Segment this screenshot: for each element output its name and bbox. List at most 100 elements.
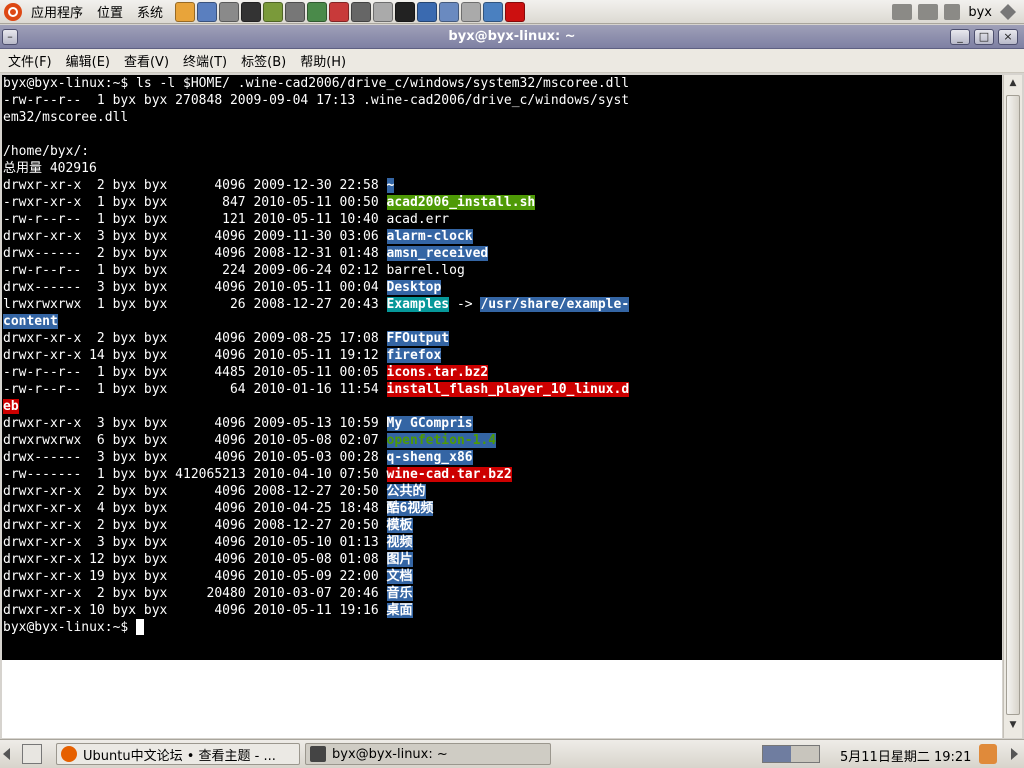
opera-icon[interactable] bbox=[505, 1, 526, 22]
vertical-scrollbar[interactable]: ▲ ▼ bbox=[1003, 75, 1022, 738]
terminal-text: -rw-r--r-- 1 byx byx 121 2010-05-11 10:4… bbox=[3, 212, 450, 227]
close-button[interactable]: × bbox=[998, 29, 1018, 45]
menu-file[interactable]: 文件(F) bbox=[2, 51, 58, 70]
terminal-line: eb bbox=[2, 398, 1002, 415]
scrollbar-thumb[interactable] bbox=[1006, 95, 1020, 715]
show-desktop-icon[interactable] bbox=[22, 744, 42, 764]
system-tray: byx bbox=[886, 0, 1016, 24]
menu-terminal[interactable]: 终端(T) bbox=[177, 51, 233, 70]
terminal-output[interactable]: byx@byx-linux:~$ ls -l $HOME/ .wine-cad2… bbox=[2, 75, 1002, 660]
file-name: content bbox=[3, 314, 58, 329]
terminal-line: drwxr-xr-x 2 byx byx 4096 2008-12-27 20:… bbox=[2, 517, 1002, 534]
terminal-icon[interactable] bbox=[241, 1, 262, 22]
terminal-text: -rw-r--r-- 1 byx byx 4485 2010-05-11 00:… bbox=[3, 365, 387, 380]
firefox-icon[interactable] bbox=[175, 1, 196, 22]
task-terminal[interactable]: byx@byx-linux: ~ bbox=[305, 743, 551, 765]
terminal-text: -> bbox=[449, 297, 481, 312]
workspace-switcher[interactable] bbox=[762, 745, 820, 763]
launcher-bar bbox=[174, 1, 526, 22]
terminal-line: em32/mscoree.dll bbox=[2, 109, 1002, 126]
terminal-line: 总用量 402916 bbox=[2, 160, 1002, 177]
file-name: /usr/share/example- bbox=[480, 297, 630, 312]
editor-icon[interactable] bbox=[307, 1, 328, 22]
ubuntu-logo-icon[interactable] bbox=[4, 2, 22, 21]
menu-places[interactable]: 位置 bbox=[90, 2, 130, 21]
file-name: eb bbox=[3, 399, 19, 414]
terminal-text: drwxrwxrwx 6 byx byx 4096 2010-05-08 02:… bbox=[3, 433, 387, 448]
terminal-line: drwxr-xr-x 12 byx byx 4096 2010-05-08 01… bbox=[2, 551, 1002, 568]
panel-left-arrow-icon[interactable] bbox=[3, 748, 10, 760]
contacts-icon[interactable] bbox=[439, 1, 460, 22]
terminal-text: drwxr-xr-x 12 byx byx 4096 2010-05-08 01… bbox=[3, 552, 387, 567]
title-bar[interactable]: – byx@byx-linux: ~ _ □ × bbox=[0, 25, 1024, 49]
user-name[interactable]: byx bbox=[968, 5, 992, 20]
menu-view[interactable]: 查看(V) bbox=[118, 51, 175, 70]
task-label: Ubuntu中文论坛 • 查看主题 - ... bbox=[83, 748, 276, 764]
scroll-down-icon[interactable]: ▼ bbox=[1007, 720, 1019, 734]
menu-applications[interactable]: 应用程序 bbox=[24, 2, 90, 21]
paint-icon[interactable] bbox=[329, 1, 350, 22]
trash-icon[interactable] bbox=[979, 744, 997, 764]
terminal-line: drwxr-xr-x 10 byx byx 4096 2010-05-11 19… bbox=[2, 602, 1002, 619]
file-name: wine-cad.tar.bz2 bbox=[386, 467, 512, 482]
file-name: 酷6视频 bbox=[386, 501, 434, 516]
gimp-icon[interactable] bbox=[351, 1, 372, 22]
workspace-1[interactable] bbox=[763, 746, 791, 762]
chart-icon[interactable] bbox=[197, 1, 218, 22]
terminal-line: -rw------- 1 byx byx 412065213 2010-04-1… bbox=[2, 466, 1002, 483]
mail-icon[interactable] bbox=[461, 1, 482, 22]
bottom-panel: Ubuntu中文论坛 • 查看主题 - ... byx@byx-linux: ~… bbox=[0, 739, 1024, 768]
power-icon[interactable] bbox=[1000, 4, 1016, 20]
qq-icon[interactable] bbox=[417, 1, 438, 22]
file-name: 图片 bbox=[386, 552, 413, 567]
web-icon[interactable] bbox=[483, 1, 504, 22]
file-name: FFOutput bbox=[386, 331, 450, 346]
terminal-text: drwxr-xr-x 4 byx byx 4096 2010-04-25 18:… bbox=[3, 501, 387, 516]
panel-right-arrow-icon[interactable] bbox=[1011, 748, 1018, 760]
terminal-line: drwxrwxrwx 6 byx byx 4096 2010-05-08 02:… bbox=[2, 432, 1002, 449]
clock[interactable]: 5月11日星期二 19:21 bbox=[840, 746, 971, 765]
file-name: My GCompris bbox=[386, 416, 473, 431]
terminal-blank-area[interactable] bbox=[2, 660, 1002, 738]
window-title: byx@byx-linux: ~ bbox=[448, 29, 576, 44]
network-icon[interactable] bbox=[918, 4, 939, 20]
settings-icon[interactable] bbox=[219, 1, 240, 22]
terminal-line: drwxr-xr-x 19 byx byx 4096 2010-05-09 22… bbox=[2, 568, 1002, 585]
task-firefox[interactable]: Ubuntu中文论坛 • 查看主题 - ... bbox=[56, 743, 300, 765]
terminal-line: drwx------ 3 byx byx 4096 2010-05-11 00:… bbox=[2, 279, 1002, 296]
file-name: firefox bbox=[386, 348, 442, 363]
terminal-text: byx@byx-linux:~$ bbox=[3, 620, 137, 635]
scroll-up-icon[interactable]: ▲ bbox=[1007, 78, 1019, 92]
terminal-line: -rw-r--r-- 1 byx byx 64 2010-01-16 11:54… bbox=[2, 381, 1002, 398]
file-name: Desktop bbox=[386, 280, 442, 295]
maximize-button[interactable]: □ bbox=[974, 29, 994, 45]
terminal-text: drwxr-xr-x 2 byx byx 4096 2009-08-25 17:… bbox=[3, 331, 387, 346]
disk-icon[interactable] bbox=[373, 1, 394, 22]
file-name: q-sheng_x86 bbox=[386, 450, 473, 465]
menu-edit[interactable]: 编辑(E) bbox=[60, 51, 116, 70]
terminal-line: content bbox=[2, 313, 1002, 330]
books-icon[interactable] bbox=[263, 1, 284, 22]
terminal-text: drwxr-xr-x 3 byx byx 4096 2010-05-10 01:… bbox=[3, 535, 387, 550]
terminal-line: drwx------ 2 byx byx 4096 2008-12-31 01:… bbox=[2, 245, 1002, 262]
menu-tabs[interactable]: 标签(B) bbox=[235, 51, 292, 70]
terminal-line: byx@byx-linux:~$ bbox=[2, 619, 1002, 636]
terminal-line: drwxr-xr-x 2 byx byx 4096 2009-08-25 17:… bbox=[2, 330, 1002, 347]
file-name: icons.tar.bz2 bbox=[386, 365, 489, 380]
terminal-line: drwxr-xr-x 4 byx byx 4096 2010-04-25 18:… bbox=[2, 500, 1002, 517]
calculator-icon[interactable] bbox=[285, 1, 306, 22]
terminal-text: drwxr-xr-x 3 byx byx 4096 2009-05-13 10:… bbox=[3, 416, 387, 431]
volume-icon[interactable] bbox=[944, 4, 961, 20]
terminal-line: drwxr-xr-x 2 byx byx 4096 2009-12-30 22:… bbox=[2, 177, 1002, 194]
text-cursor bbox=[136, 619, 145, 635]
menu-help[interactable]: 帮助(H) bbox=[294, 51, 352, 70]
printer-icon[interactable] bbox=[892, 4, 913, 20]
menu-system[interactable]: 系统 bbox=[130, 2, 170, 21]
terminal-text: -rw------- 1 byx byx 412065213 2010-04-1… bbox=[3, 467, 387, 482]
terminal-line: -rw-r--r-- 1 byx byx 224 2009-06-24 02:1… bbox=[2, 262, 1002, 279]
tux-icon[interactable] bbox=[395, 1, 416, 22]
minimize-button[interactable]: _ bbox=[950, 29, 970, 45]
file-name: amsn_received bbox=[386, 246, 489, 261]
terminal-line: -rw-r--r-- 1 byx byx 4485 2010-05-11 00:… bbox=[2, 364, 1002, 381]
terminal-line: drwxr-xr-x 3 byx byx 4096 2009-11-30 03:… bbox=[2, 228, 1002, 245]
